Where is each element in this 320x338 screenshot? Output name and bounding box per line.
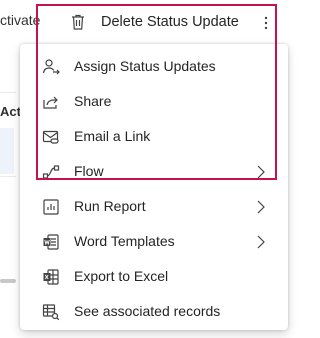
divider bbox=[0, 92, 16, 93]
menu-item-label: Flow bbox=[74, 163, 104, 179]
word-icon bbox=[42, 233, 60, 251]
menu-item-label: Word Templates bbox=[74, 233, 175, 249]
associated-records-icon bbox=[42, 303, 60, 321]
menu-item-word-templates[interactable]: Word Templates bbox=[20, 224, 288, 259]
excel-icon bbox=[42, 268, 60, 286]
assign-person-icon bbox=[42, 58, 60, 76]
menu-item-label: Run Report bbox=[74, 198, 146, 214]
menu-item-label: Export to Excel bbox=[74, 268, 169, 284]
more-vertical-icon[interactable] bbox=[258, 14, 274, 32]
menu-item-label: See associated records bbox=[74, 303, 221, 319]
divider bbox=[0, 176, 16, 177]
trash-icon bbox=[70, 13, 86, 31]
menu-item-flow[interactable]: Flow bbox=[20, 154, 288, 189]
menu-item-share[interactable]: Share bbox=[20, 84, 288, 119]
menu-item-run-report[interactable]: Run Report bbox=[20, 189, 288, 224]
flow-icon bbox=[42, 163, 60, 181]
chevron-right-icon bbox=[256, 199, 266, 215]
selected-row-fragment bbox=[0, 128, 14, 174]
command-bar: Delete Status Update bbox=[58, 0, 288, 44]
menu-item-assign-status-updates[interactable]: Assign Status Updates bbox=[20, 49, 288, 84]
delete-status-update-button[interactable]: Delete Status Update bbox=[101, 14, 239, 30]
activate-button-fragment[interactable]: ctivate bbox=[0, 12, 40, 28]
menu-item-email-a-link[interactable]: Email a Link bbox=[20, 119, 288, 154]
chevron-right-icon bbox=[256, 234, 266, 250]
menu-item-export-to-excel[interactable]: Export to Excel bbox=[20, 259, 288, 294]
report-icon bbox=[42, 198, 60, 216]
chevron-right-icon bbox=[256, 164, 266, 180]
menu-item-see-associated-records[interactable]: See associated records bbox=[20, 294, 288, 329]
menu-item-label: Email a Link bbox=[74, 128, 151, 144]
overflow-menu: Assign Status Updates Share Email a Link bbox=[20, 44, 288, 330]
menu-item-label: Assign Status Updates bbox=[74, 58, 216, 74]
share-icon bbox=[42, 93, 60, 111]
menu-item-label: Share bbox=[74, 93, 112, 109]
horizontal-scrollbar[interactable] bbox=[0, 279, 16, 283]
email-link-icon bbox=[42, 128, 60, 146]
